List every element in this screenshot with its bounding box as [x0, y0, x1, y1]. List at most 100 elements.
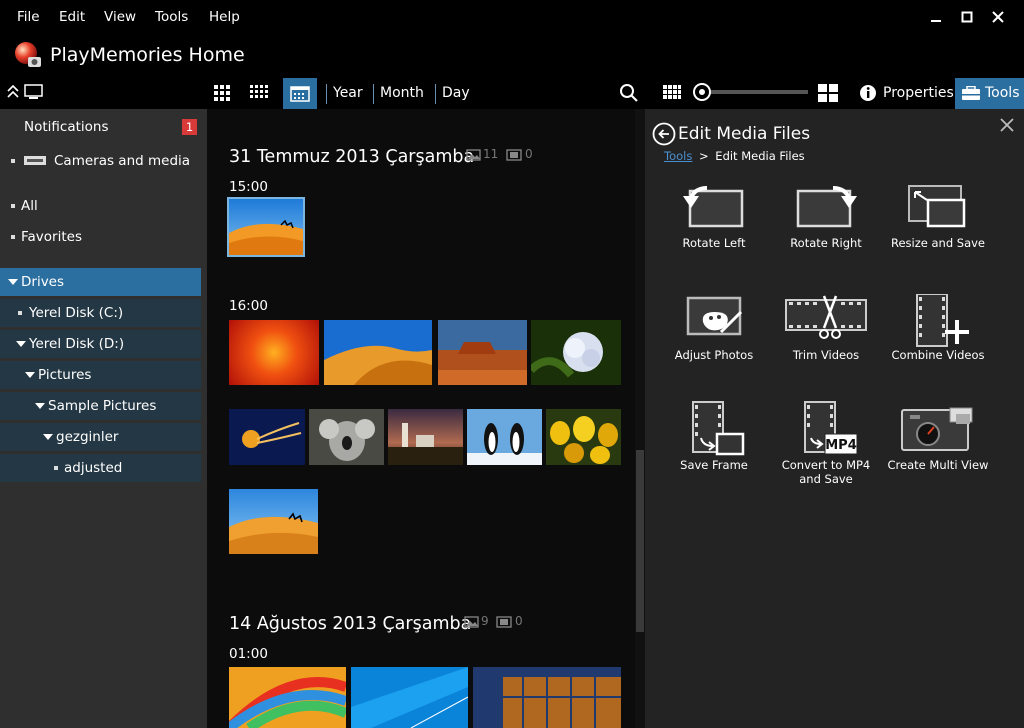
date-title: 31 Temmuz 2013 Çarşamba	[229, 147, 475, 167]
properties-button[interactable]: Properties	[851, 78, 954, 109]
photo-thumbnail[interactable]	[351, 667, 468, 728]
photo-thumbnail[interactable]	[473, 667, 621, 728]
sidebar-item-favorites[interactable]: Favorites	[0, 223, 201, 251]
date-title: 14 Ağustos 2013 Çarşamba	[229, 614, 472, 634]
photo-thumbnail[interactable]	[309, 409, 384, 465]
camera-device-icon	[24, 156, 46, 165]
menu-file[interactable]: File	[17, 9, 40, 25]
menu-edit[interactable]: Edit	[59, 9, 85, 25]
menu-help[interactable]: Help	[209, 9, 240, 25]
menu-tools[interactable]: Tools	[155, 9, 188, 25]
tools-panel: Edit Media Files Tools > Edit Media File…	[645, 109, 1024, 728]
photo-thumbnail[interactable]	[324, 320, 432, 385]
toolbar: Year Month Day Properties Tools	[0, 78, 1024, 109]
sidebar-item-label: gezginler	[56, 429, 119, 445]
scissors-icon	[785, 295, 867, 339]
tool-label: Convert to MP4 and Save	[781, 458, 871, 486]
scrollbar-thumb[interactable]	[636, 450, 644, 632]
rotate-right-button[interactable]: Rotate Right	[770, 182, 882, 250]
photo-thumbnail[interactable]	[227, 197, 305, 257]
day-tab[interactable]: Day	[442, 85, 470, 101]
rotate-left-button[interactable]: Rotate Left	[658, 182, 770, 250]
photo-thumbnail[interactable]	[546, 409, 621, 465]
tool-label: Trim Videos	[792, 348, 860, 362]
maximize-button[interactable]	[955, 6, 979, 28]
calendar-view-button[interactable]	[283, 78, 317, 109]
sidebar-item-cameras[interactable]: Cameras and media	[0, 147, 201, 175]
photo-thumbnail[interactable]	[438, 320, 527, 385]
list-view-icon[interactable]	[250, 85, 270, 101]
expand-icon	[25, 372, 35, 378]
save-frame-button[interactable]: Save Frame	[658, 400, 770, 472]
resize-and-save-button[interactable]: Resize and Save	[882, 182, 994, 250]
convert-to-mp4-button[interactable]: MP4 Convert to MP4 and Save	[770, 400, 882, 486]
sidebar-item-label: Drives	[21, 274, 65, 290]
rotate-left-icon	[683, 186, 744, 228]
tools-label: Tools	[985, 85, 1020, 101]
time-label: 01:00	[229, 646, 268, 662]
zoom-slider-thumb[interactable]	[693, 83, 711, 101]
monitor-icon[interactable]	[24, 84, 44, 100]
panel-title: Edit Media Files	[678, 124, 811, 144]
create-multi-view-button[interactable]: Create Multi View	[882, 400, 994, 472]
tool-label: Rotate Left	[682, 236, 746, 250]
app-title: PlayMemories Home	[50, 44, 245, 66]
sidebar-item-notifications[interactable]: Notifications	[0, 113, 201, 141]
maximize-icon	[961, 11, 973, 23]
photo-thumbnail[interactable]	[229, 667, 346, 728]
small-thumbnail-icon[interactable]	[663, 85, 681, 101]
month-tab[interactable]: Month	[380, 85, 424, 101]
photo-thumbnail[interactable]	[467, 409, 542, 465]
save-frame-icon	[692, 401, 745, 456]
sidebar-item-all[interactable]: All	[0, 192, 201, 220]
breadcrumb-current: Edit Media Files	[715, 149, 805, 163]
breadcrumb-tools-link[interactable]: Tools	[664, 149, 692, 163]
large-grid-view-icon[interactable]	[214, 85, 232, 101]
sidebar-item-gezginler[interactable]: gezginler	[0, 423, 201, 451]
close-window-button[interactable]	[986, 6, 1010, 28]
sidebar-item-label: Yerel Disk (D:)	[29, 336, 125, 352]
adjust-photos-button[interactable]: Adjust Photos	[658, 294, 770, 362]
video-count: 0	[525, 147, 533, 161]
tool-label: Resize and Save	[890, 236, 986, 250]
time-label: 15:00	[229, 179, 268, 195]
photo-count-icon	[464, 616, 479, 628]
sidebar-item-sample-pictures[interactable]: Sample Pictures	[0, 392, 201, 420]
photo-thumbnail[interactable]	[229, 489, 318, 554]
tools-button[interactable]: Tools	[955, 78, 1024, 109]
mp4-icon: MP4	[804, 401, 858, 455]
collapse-icon[interactable]	[7, 85, 19, 99]
sidebar-item-disk-c[interactable]: Yerel Disk (C:)	[0, 299, 201, 327]
photo-thumbnail[interactable]	[229, 409, 305, 465]
sidebar-item-label: Favorites	[21, 229, 82, 245]
close-panel-icon[interactable]	[999, 117, 1015, 133]
sidebar-item-disk-d[interactable]: Yerel Disk (D:)	[0, 330, 201, 358]
photo-thumbnail[interactable]	[229, 320, 319, 385]
sidebar-item-pictures[interactable]: Pictures	[0, 361, 201, 389]
large-thumbnail-icon[interactable]	[818, 84, 838, 102]
combine-videos-button[interactable]: Combine Videos	[882, 294, 994, 362]
mp4-badge: MP4	[825, 438, 857, 453]
info-icon	[860, 85, 876, 101]
app-logo-icon	[15, 42, 41, 67]
back-icon[interactable]	[652, 122, 676, 146]
notification-badge: 1	[182, 119, 197, 135]
combine-icon	[916, 294, 969, 347]
photo-thumbnail[interactable]	[388, 409, 463, 465]
zoom-slider-track[interactable]	[700, 90, 808, 94]
tool-label: Rotate Right	[790, 236, 862, 250]
trim-videos-button[interactable]: Trim Videos	[770, 294, 882, 362]
minimize-button[interactable]	[924, 6, 948, 28]
search-icon[interactable]	[619, 83, 639, 103]
video-count-icon	[506, 149, 522, 161]
toolbox-icon	[962, 86, 980, 100]
scrollbar-track[interactable]	[635, 109, 645, 728]
tool-label: Create Multi View	[887, 458, 989, 472]
sidebar-item-drives[interactable]: Drives	[0, 268, 201, 296]
menu-bar: File Edit View Tools Help	[0, 0, 1024, 34]
menu-view[interactable]: View	[104, 9, 136, 25]
photo-thumbnail[interactable]	[531, 320, 621, 385]
year-tab[interactable]: Year	[333, 85, 363, 101]
sidebar-item-adjusted[interactable]: adjusted	[0, 454, 201, 482]
sidebar: Notifications 1 Cameras and media All Fa…	[0, 109, 207, 728]
